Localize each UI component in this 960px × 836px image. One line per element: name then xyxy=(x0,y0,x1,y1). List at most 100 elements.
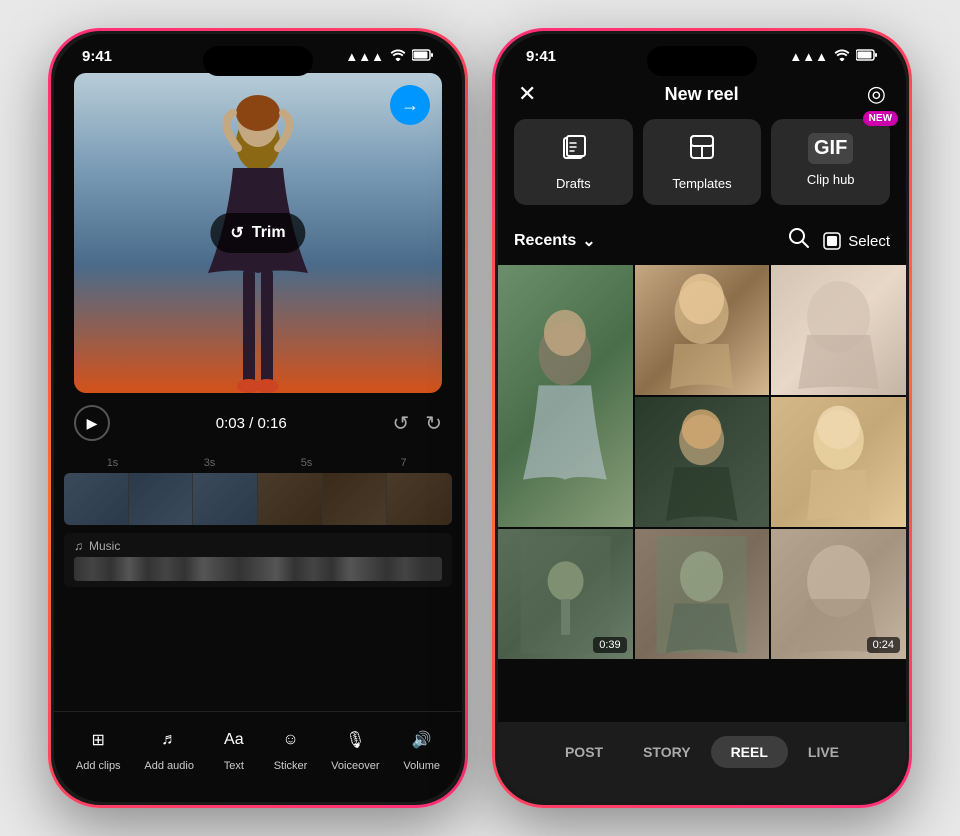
status-icons-left: ▲▲▲ xyxy=(345,49,434,64)
trim-icon: ↺ xyxy=(230,223,243,243)
add-audio-icon: ♬ xyxy=(153,724,185,756)
undo-button[interactable]: ↺ xyxy=(392,411,409,436)
recents-chevron: ⌄ xyxy=(582,231,595,251)
drafts-option[interactable]: Drafts xyxy=(514,119,633,205)
next-icon: → xyxy=(401,95,419,116)
filter-row: Recents ⌄ xyxy=(498,219,906,265)
time-display: 0:03 / 0:16 xyxy=(126,415,376,432)
add-clips-icon: ⊞ xyxy=(82,724,114,756)
tool-add-audio[interactable]: ♬ Add audio xyxy=(144,724,194,772)
cliphub-label: Clip hub xyxy=(807,172,855,187)
select-label: Select xyxy=(848,233,890,250)
grid-cell-5[interactable] xyxy=(771,397,906,527)
signal-icon-left: ▲▲▲ xyxy=(345,49,384,64)
clip-strip[interactable] xyxy=(64,473,452,525)
photo-6 xyxy=(635,529,770,659)
reel-header: ✕ New reel ◎ xyxy=(498,73,906,119)
voiceover-icon: 🎙 xyxy=(339,724,371,756)
time-right: 9:41 xyxy=(526,48,556,65)
recents-dropdown[interactable]: Recents ⌄ xyxy=(514,231,596,251)
ruler-mark-1s: 1s xyxy=(64,457,161,469)
music-icon: ♫ xyxy=(74,539,83,553)
grid-cell-4[interactable] xyxy=(635,397,770,527)
clip-frame-2 xyxy=(129,473,194,525)
reel-screen: 9:41 ▲▲▲ xyxy=(498,34,906,802)
battery-icon-left xyxy=(412,49,434,64)
grid-cell-1[interactable] xyxy=(498,265,633,527)
music-label: ♫ Music xyxy=(74,539,442,553)
grid-cell-3[interactable] xyxy=(771,265,906,395)
tab-post[interactable]: POST xyxy=(545,736,623,768)
select-button[interactable]: Select xyxy=(822,231,890,251)
tab-live[interactable]: LIVE xyxy=(788,736,859,768)
text-label: Text xyxy=(224,760,244,772)
timeline-area: 1s 3s 5s 7 ♫ xyxy=(54,453,462,711)
trim-label: Trim xyxy=(252,224,286,242)
clip-frame-6 xyxy=(387,473,452,525)
photo-5 xyxy=(771,397,906,527)
dynamic-island-right xyxy=(647,46,757,76)
options-row: Drafts Templates NEW xyxy=(498,119,906,219)
settings-button[interactable]: ◎ xyxy=(867,81,886,107)
status-icons-right: ▲▲▲ xyxy=(789,49,878,64)
photo-4 xyxy=(635,397,770,527)
close-button[interactable]: ✕ xyxy=(518,81,536,107)
grid-cell-9[interactable]: 0:24 xyxy=(771,529,906,659)
drafts-icon xyxy=(559,133,587,168)
ruler-mark-7s: 7 xyxy=(355,457,452,469)
duration-9: 0:24 xyxy=(867,637,900,653)
clip-frame-1 xyxy=(64,473,129,525)
bottom-toolbar: ⊞ Add clips ♬ Add audio Aa Text ☺ Sticke… xyxy=(54,711,462,802)
duration-7: 0:39 xyxy=(593,637,626,653)
trim-badge[interactable]: ↺ Trim xyxy=(210,213,305,253)
reel-title: New reel xyxy=(665,84,739,105)
waveform xyxy=(74,557,442,581)
tool-volume[interactable]: 🔊 Volume xyxy=(403,724,440,772)
drafts-label: Drafts xyxy=(556,176,591,191)
tool-text[interactable]: Aa Text xyxy=(218,724,250,772)
next-button[interactable]: → xyxy=(390,85,430,125)
ruler-mark-3s: 3s xyxy=(161,457,258,469)
clip-frame-5 xyxy=(323,473,388,525)
dynamic-island-left xyxy=(203,46,313,76)
video-preview: ↺ Trim → xyxy=(74,73,442,393)
templates-icon xyxy=(688,133,716,168)
wifi-icon-right xyxy=(834,49,850,64)
wifi-icon-left xyxy=(390,49,406,64)
tool-voiceover[interactable]: 🎙 Voiceover xyxy=(331,724,379,772)
volume-icon: 🔊 xyxy=(406,724,438,756)
grid-cell-2[interactable] xyxy=(635,265,770,395)
play-button[interactable]: ▶ xyxy=(74,405,110,441)
grid-cell-7[interactable]: 0:39 xyxy=(498,529,633,659)
bottom-tabs: POST STORY REEL LIVE xyxy=(498,722,906,802)
play-icon: ▶ xyxy=(87,415,98,432)
grid-cell-6[interactable] xyxy=(635,529,770,659)
text-icon: Aa xyxy=(218,724,250,756)
photo-1 xyxy=(498,265,633,527)
volume-label: Volume xyxy=(403,760,440,772)
ruler-mark-5s: 5s xyxy=(258,457,355,469)
battery-icon-right xyxy=(856,49,878,64)
phone-frame-right: 9:41 ▲▲▲ xyxy=(492,28,912,808)
tool-sticker[interactable]: ☺ Sticker xyxy=(274,724,308,772)
time-left: 9:41 xyxy=(82,48,112,65)
left-phone: 9:41 ▲▲▲ xyxy=(48,28,468,808)
playback-controls: ▶ 0:03 / 0:16 ↺ ↻ xyxy=(54,393,462,453)
clip-frame-4 xyxy=(258,473,323,525)
add-clips-label: Add clips xyxy=(76,760,121,772)
sticker-icon: ☺ xyxy=(275,724,307,756)
redo-button[interactable]: ↻ xyxy=(425,411,442,436)
tab-story[interactable]: STORY xyxy=(623,736,710,768)
music-track: ♫ Music xyxy=(64,533,452,587)
phone-frame-left: 9:41 ▲▲▲ xyxy=(48,28,468,808)
recents-label: Recents xyxy=(514,232,576,250)
cliphub-icon: GIF xyxy=(808,133,853,164)
sticker-label: Sticker xyxy=(274,760,308,772)
editor-screen: 9:41 ▲▲▲ xyxy=(54,34,462,802)
cliphub-option[interactable]: NEW GIF Clip hub xyxy=(771,119,890,205)
search-button[interactable] xyxy=(788,227,810,255)
new-badge: NEW xyxy=(863,111,898,126)
tab-reel[interactable]: REEL xyxy=(711,736,788,768)
tool-add-clips[interactable]: ⊞ Add clips xyxy=(76,724,121,772)
templates-option[interactable]: Templates xyxy=(643,119,762,205)
